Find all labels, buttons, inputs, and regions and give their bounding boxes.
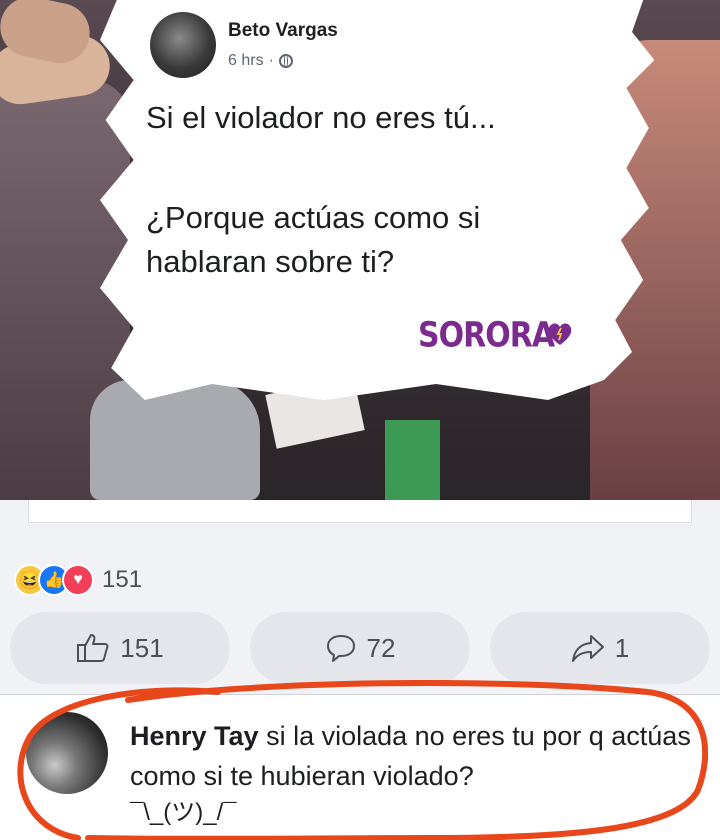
photo-bag [90, 380, 260, 500]
comment-shrug: ¯\_(ツ)_/¯ [130, 799, 237, 826]
like-count: 151 [120, 632, 164, 663]
share-count: 1 [614, 632, 630, 663]
share-arrow-icon [571, 635, 604, 662]
comment-count: 72 [366, 632, 396, 663]
love-icon: ♥ [62, 564, 94, 596]
post-photo[interactable]: Beto Vargas 6 hrs · Si el violador no er… [0, 0, 720, 500]
reactions-summary[interactable]: 😆 👍 ♥ 151 [14, 564, 142, 596]
comment-bubble-icon [326, 635, 355, 662]
post-author-name[interactable]: Beto Vargas [228, 20, 338, 42]
globe-icon[interactable] [278, 54, 293, 68]
purple-heart-icon [548, 323, 572, 345]
thumbs-up-icon [77, 634, 109, 662]
preview-frame [28, 500, 692, 523]
comment-body: Henry Tay si la violada no eres tu por q… [130, 716, 700, 830]
commenter-name[interactable]: Henry Tay [130, 721, 259, 751]
comment-button[interactable]: 72 [250, 612, 470, 684]
meme-text-line1: Si el violador no eres tú... [146, 100, 496, 135]
commenter-avatar[interactable] [26, 712, 108, 794]
share-button[interactable]: 1 [490, 612, 710, 684]
meme-text-line2: ¿Porque actúas como si hablaran sobre ti… [146, 200, 481, 279]
post-time[interactable]: 6 hrs [228, 52, 264, 70]
reactions-count: 151 [102, 566, 143, 593]
meta-separator: · [268, 52, 274, 69]
like-button[interactable]: 151 [10, 612, 230, 684]
brand-logo-text: SORORA [418, 315, 555, 356]
photo-green-cloth [385, 420, 440, 500]
author-avatar[interactable] [150, 12, 216, 78]
post-meta: 6 hrs · [228, 52, 293, 70]
